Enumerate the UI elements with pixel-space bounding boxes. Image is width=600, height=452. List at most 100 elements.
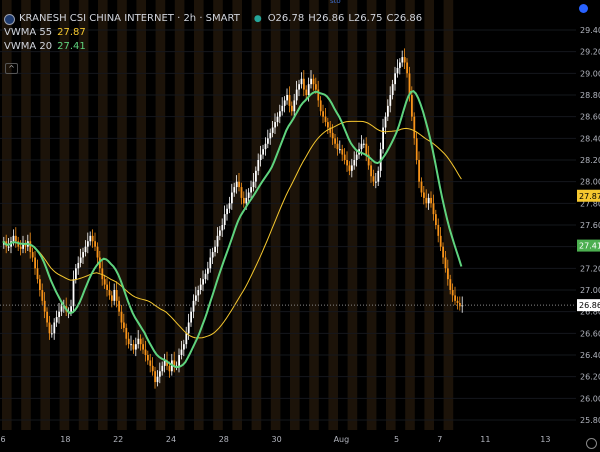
candle-body: [442, 246, 444, 258]
collapse-legend-button[interactable]: ^: [5, 63, 18, 74]
candle-body: [348, 165, 351, 171]
price-tick-label: 26.00: [580, 394, 600, 403]
session-band: [194, 0, 204, 430]
candle-body: [233, 187, 236, 193]
candle-body: [149, 360, 152, 366]
candle-body: [115, 290, 118, 301]
price-tick-label: 29.20: [580, 48, 600, 57]
notification-icon[interactable]: [579, 4, 588, 13]
candle-body: [238, 181, 240, 188]
candle-body: [151, 365, 154, 372]
candle-body: [360, 143, 363, 150]
settings-icon[interactable]: [586, 438, 597, 449]
price-tick-label: 25.80: [580, 416, 600, 425]
candle-body: [226, 208, 228, 215]
candle-body: [387, 105, 389, 117]
candle-body: [283, 100, 286, 106]
candle-body: [247, 192, 250, 198]
candle-body: [31, 252, 34, 258]
price-label-text: 27.87: [579, 192, 600, 201]
candle-body: [370, 165, 372, 177]
candle-body: [75, 268, 77, 280]
candle-body: [267, 138, 269, 144]
candle-body: [106, 284, 108, 290]
candle-body: [168, 365, 171, 372]
candle-body: [432, 203, 435, 215]
time-tick-label: 30: [272, 435, 282, 444]
candle-body: [183, 344, 185, 350]
price-tick-label: 28.20: [580, 156, 600, 165]
candle-body: [341, 149, 344, 155]
candle-body: [125, 327, 128, 339]
candle-body: [36, 268, 39, 280]
session-band: [155, 0, 166, 430]
price-tick-label: 26.40: [580, 351, 600, 360]
candle-body: [245, 197, 248, 204]
session-band: [347, 0, 358, 430]
candle-body: [55, 317, 58, 323]
candle-body: [240, 187, 243, 198]
candle-body: [60, 306, 63, 312]
time-axis[interactable]: 61822242830Aug57111315: [0, 435, 600, 444]
candle-body: [15, 235, 17, 242]
candle-body: [39, 279, 41, 290]
candle-body: [413, 116, 416, 139]
candle-body: [19, 246, 22, 249]
candle-body: [161, 365, 164, 372]
indicator-row-vwma55[interactable]: VWMA 55 27.87: [4, 26, 426, 40]
symbol-row[interactable]: KRANESH CSI CHINA INTERNET · 2h · SMART …: [4, 12, 426, 26]
candle-body: [197, 290, 200, 296]
ohlc-low: L26.75: [348, 13, 383, 24]
candle-body: [231, 192, 233, 204]
candle-body: [77, 262, 80, 269]
candle-body: [190, 311, 192, 323]
candle-body: [41, 290, 44, 301]
candle-body: [22, 244, 24, 249]
candle-body: [391, 84, 394, 95]
indicator-row-vwma20[interactable]: VWMA 20 27.41: [4, 40, 426, 54]
symbol-title[interactable]: KRANESH CSI CHINA INTERNET · 2h · SMART: [19, 13, 240, 25]
session-band: [424, 0, 434, 430]
candle-body: [135, 344, 137, 350]
candle-body: [303, 78, 305, 90]
candle-body: [108, 290, 111, 296]
candle-body: [255, 170, 257, 182]
candle-body: [127, 338, 130, 345]
candle-body: [403, 57, 406, 63]
candle-body: [377, 170, 380, 182]
candle-body: [324, 116, 327, 123]
candle-body: [384, 116, 387, 128]
candle-body: [300, 78, 303, 85]
candle-body: [12, 235, 15, 242]
price-chart[interactable]: 29.40 29.20 29.00 28.80 28.60 28.40 28.20 28.00…: [0, 0, 600, 452]
price-tick-label: 26.60: [580, 329, 600, 338]
candle-body: [295, 89, 298, 101]
time-tick-label: 28: [219, 435, 229, 444]
candle-body: [454, 295, 456, 301]
candle-body: [53, 322, 56, 334]
candle-body: [331, 132, 334, 139]
price-tick-label: 28.80: [580, 91, 600, 100]
candle-body: [29, 241, 32, 253]
price-tick-label: 29.00: [580, 69, 600, 78]
candle-body: [259, 154, 262, 160]
candle-body: [430, 197, 432, 204]
candle-body: [353, 160, 356, 166]
candle-body: [322, 111, 324, 117]
top-hint: sto: [330, 0, 341, 5]
candle-body: [307, 84, 310, 95]
price-axis[interactable]: 29.40 29.20 29.00 28.80 28.60 28.40 28.20 28.00…: [577, 26, 600, 425]
candle-body: [94, 241, 96, 247]
session-band: [21, 0, 31, 430]
candle-body: [375, 181, 377, 183]
candle-body: [180, 349, 183, 355]
candle-body: [389, 95, 392, 106]
candle-body: [312, 78, 315, 85]
time-tick-label: Aug: [334, 435, 350, 444]
candle-body: [451, 290, 454, 296]
candle-body: [111, 295, 113, 301]
indicator-value: 27.87: [57, 27, 86, 38]
candle-body: [192, 300, 195, 312]
candle-body: [310, 78, 312, 85]
candle-body: [130, 344, 132, 346]
